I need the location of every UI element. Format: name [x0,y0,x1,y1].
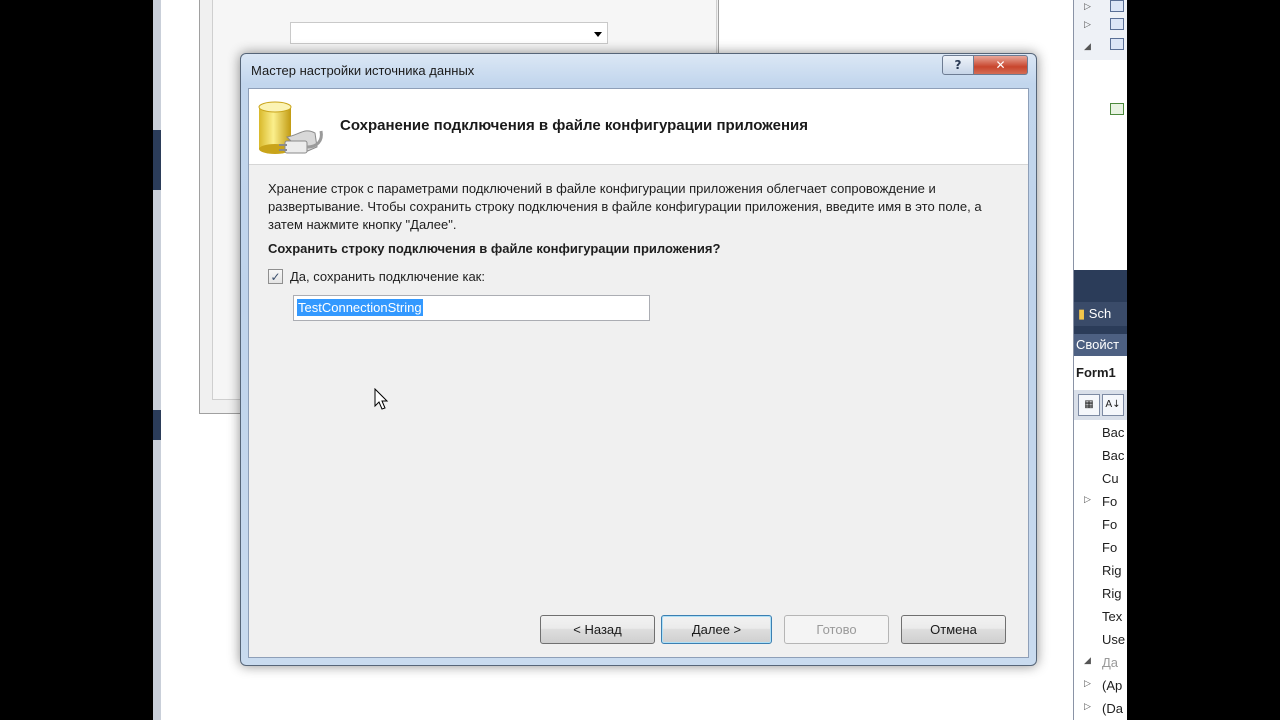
background-combobox[interactable] [290,22,608,44]
properties-object-name[interactable]: Form1 [1074,360,1127,386]
property-name[interactable]: Cu [1102,471,1119,486]
dialog-client-area: Сохранение подключения в файле конфигура… [248,88,1029,658]
folder-icon [1110,0,1124,12]
connection-name-input[interactable]: TestConnectionString [293,295,650,321]
mouse-cursor-icon [374,388,389,410]
data-source-wizard-dialog: Мастер настройки источника данных ? ✕ Со… [240,53,1037,666]
help-icon: ? [954,58,962,72]
property-name[interactable]: Bac [1102,425,1124,440]
property-name[interactable]: Fo [1102,494,1117,509]
property-category[interactable]: Да [1102,655,1118,670]
file-icon [1110,38,1124,50]
folder-icon [1110,18,1124,30]
property-name[interactable]: Rig [1102,586,1122,601]
save-connection-label[interactable]: Да, сохранить подключение как: [290,269,485,284]
property-name[interactable]: (Ap [1102,678,1122,693]
chevron-down-icon [594,32,602,37]
save-question-label: Сохранить строку подключения в файле кон… [268,241,721,256]
next-button[interactable]: Далее > [661,615,772,644]
property-name[interactable]: Bac [1102,448,1124,463]
properties-panel: ▷ ▷ ◢ ▮ Sch Свойст Form1 ▦ A↓ Bac Bac Cu… [1073,0,1127,720]
dialog-title: Мастер настройки источника данных [251,63,475,78]
close-button[interactable]: ✕ [974,55,1028,75]
solution-icon: ▮ [1078,306,1086,321]
caption-buttons: ? ✕ [942,55,1028,75]
properties-toolbar: ▦ A↓ [1074,390,1127,420]
checkmark-icon: ✓ [270,269,281,284]
cancel-button[interactable]: Отмена [901,615,1006,644]
save-connection-checkbox[interactable]: ✓ [268,269,283,284]
alphabetical-icon[interactable]: A↓ [1102,394,1124,416]
property-name[interactable]: Tex [1102,609,1122,624]
description-text: Хранение строк с параметрами подключений… [268,181,982,232]
wizard-header: Сохранение подключения в файле конфигура… [249,89,1028,165]
help-button[interactable]: ? [942,55,974,75]
csharp-file-icon [1110,103,1124,115]
close-icon: ✕ [995,58,1006,72]
property-name[interactable]: (Da [1102,701,1123,716]
wizard-page-title: Сохранение подключения в файле конфигура… [340,117,808,134]
back-button[interactable]: < Назад [540,615,655,644]
categorized-icon[interactable]: ▦ [1078,394,1100,416]
property-name[interactable]: Fo [1102,540,1117,555]
property-name[interactable]: Fo [1102,517,1117,532]
save-connection-row: ✓ Да, сохранить подключение как: [268,269,485,284]
connection-name-value: TestConnectionString [297,299,423,316]
database-plug-icon [258,101,323,154]
property-name[interactable]: Use [1102,632,1125,647]
property-name[interactable]: Rig [1102,563,1122,578]
solution-explorer-tab[interactable]: ▮ Sch [1074,302,1127,326]
properties-title: Свойст [1074,334,1127,356]
finish-button[interactable]: Готово [784,615,889,644]
left-tool-strip [153,0,161,720]
